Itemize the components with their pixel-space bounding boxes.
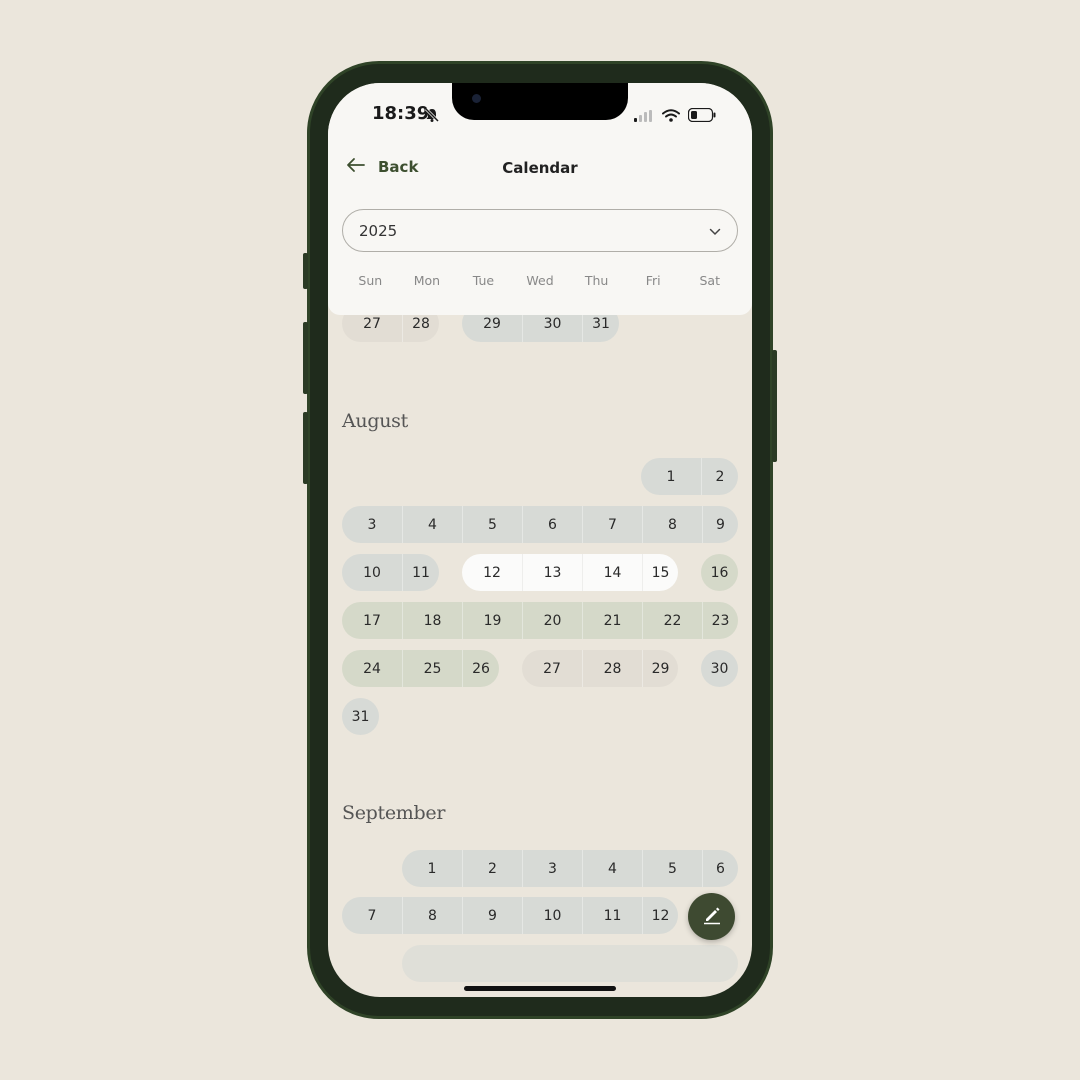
home-indicator[interactable] (464, 986, 616, 991)
edit-fab-button[interactable] (688, 893, 735, 940)
mute-switch (303, 253, 308, 289)
day-cell[interactable]: 6 (522, 506, 582, 543)
signal-icon (634, 107, 654, 126)
day-cell[interactable]: 1 (402, 850, 462, 887)
day-cell[interactable]: 7 (582, 506, 642, 543)
notch (452, 83, 628, 120)
bell-slash-icon (424, 107, 440, 127)
week-pill: 31 (342, 698, 379, 735)
week-pill: 10 11 (342, 554, 439, 591)
weekday-label: Sat (699, 273, 721, 288)
day-cell[interactable]: 15 (642, 554, 678, 591)
day-cell[interactable]: 22 (642, 602, 702, 639)
day-cell[interactable]: 5 (642, 850, 702, 887)
page-title: Calendar (502, 159, 578, 177)
day-cell[interactable]: 19 (462, 602, 522, 639)
day-cell[interactable]: 7 (342, 897, 402, 934)
week-pill: 3 4 5 6 7 8 9 (342, 506, 738, 543)
volume-up-button (303, 322, 308, 394)
chevron-down-icon (709, 222, 721, 240)
day-cell[interactable]: 21 (582, 602, 642, 639)
day-cell[interactable]: 9 (462, 897, 522, 934)
weekday-label: Mon (413, 273, 441, 288)
day-cell[interactable]: 29 (642, 650, 678, 687)
day-cell[interactable]: 31 (342, 698, 379, 735)
day-cell[interactable]: 3 (342, 506, 402, 543)
status-time: 18:39 (372, 103, 430, 124)
day-cell[interactable]: 4 (402, 506, 462, 543)
month-title-august: August (342, 410, 408, 432)
day-cell[interactable]: 2 (701, 458, 738, 495)
power-button (772, 350, 777, 462)
weekday-label: Fri (645, 273, 661, 288)
day-cell[interactable]: 3 (522, 850, 582, 887)
pencil-icon (702, 905, 722, 929)
day-cell[interactable]: 20 (522, 602, 582, 639)
day-cell[interactable]: 11 (582, 897, 642, 934)
camera (472, 94, 481, 103)
weekday-label: Thu (584, 273, 609, 288)
week-pill: 24 25 26 (342, 650, 499, 687)
selected-week-pill: 12 13 14 15 (462, 554, 678, 591)
week-pill: 30 (701, 650, 738, 687)
day-cell[interactable]: 28 (582, 650, 642, 687)
day-cell[interactable]: 17 (342, 602, 402, 639)
day-cell[interactable]: 10 (342, 554, 402, 591)
weekday-label: Wed (526, 273, 554, 288)
day-cell[interactable]: 8 (642, 506, 702, 543)
day-cell[interactable]: 5 (462, 506, 522, 543)
week-pill: 17 18 19 20 21 22 23 (342, 602, 738, 639)
weekday-label: Tue (472, 273, 495, 288)
day-cell[interactable]: 2 (462, 850, 522, 887)
week-pill: 7 8 9 10 11 12 (342, 897, 678, 934)
day-cell[interactable]: 4 (582, 850, 642, 887)
day-cell[interactable]: 18 (402, 602, 462, 639)
volume-down-button (303, 412, 308, 484)
status-icons (634, 107, 716, 126)
phone-screen: 27 28 29 30 31 August 1 2 3 4 5 6 7 8 9 … (328, 83, 752, 997)
day-cell[interactable]: 11 (402, 554, 439, 591)
year-select-value: 2025 (359, 221, 398, 240)
day-cell[interactable]: 12 (642, 897, 678, 934)
wifi-icon (662, 107, 680, 126)
battery-icon (687, 107, 716, 126)
week-pill: 1 2 (641, 458, 738, 495)
year-select[interactable]: 2025 (342, 209, 738, 252)
day-cell[interactable]: 16 (701, 554, 738, 591)
day-cell[interactable]: 14 (582, 554, 642, 591)
day-cell[interactable]: 8 (402, 897, 462, 934)
day-cell[interactable]: 10 (522, 897, 582, 934)
day-cell[interactable]: 25 (402, 650, 462, 687)
month-title-september: September (342, 802, 446, 824)
weekday-header: Sun Mon Tue Wed Thu Fri Sat (342, 273, 738, 288)
weekday-label: Sun (358, 273, 383, 288)
week-pill-partial (402, 945, 738, 982)
day-cell[interactable]: 27 (522, 650, 582, 687)
day-cell[interactable]: 13 (522, 554, 582, 591)
day-cell[interactable]: 26 (462, 650, 499, 687)
day-cell[interactable]: 1 (641, 458, 701, 495)
day-cell[interactable]: 24 (342, 650, 402, 687)
week-pill: 16 (701, 554, 738, 591)
week-pill: 27 28 29 (522, 650, 678, 687)
week-pill: 1 2 3 4 5 6 (402, 850, 738, 887)
day-cell[interactable]: 9 (702, 506, 738, 543)
day-cell[interactable]: 30 (701, 650, 738, 687)
day-cell[interactable]: 23 (702, 602, 738, 639)
day-cell[interactable]: 12 (462, 554, 522, 591)
day-cell[interactable]: 6 (702, 850, 738, 887)
